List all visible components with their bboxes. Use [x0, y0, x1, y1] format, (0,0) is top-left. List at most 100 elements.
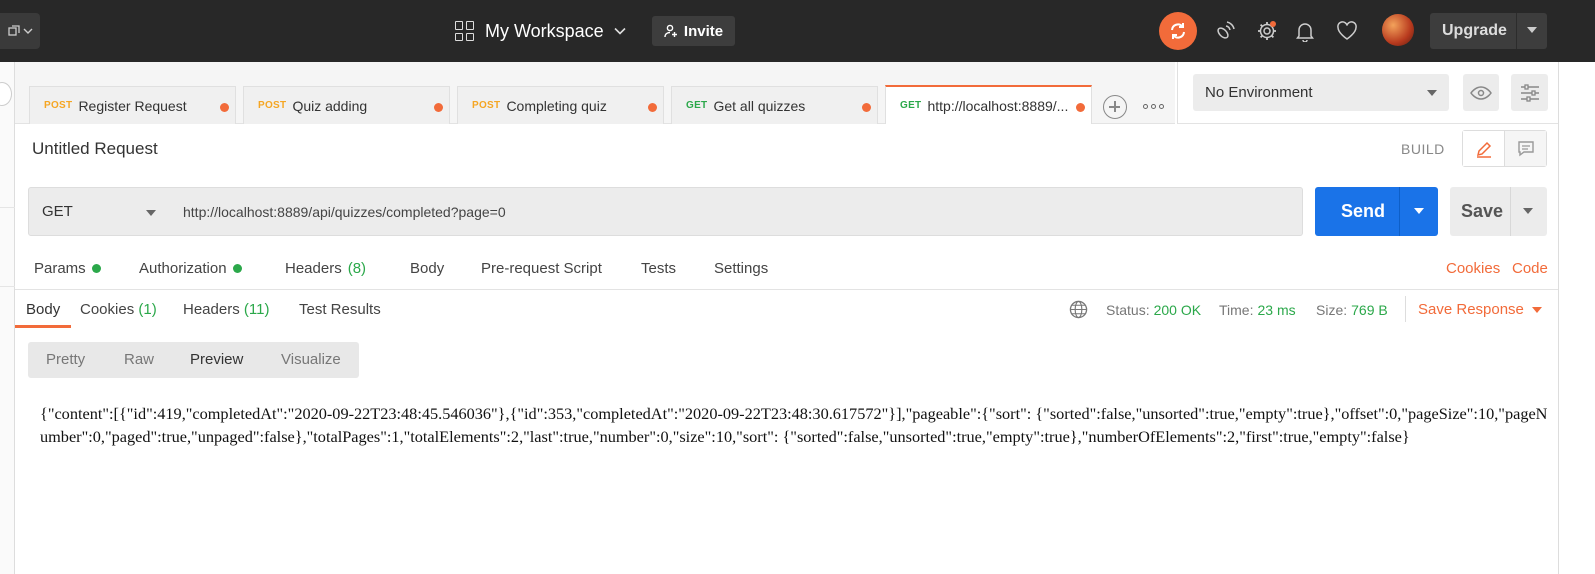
method-value: GET: [42, 203, 73, 220]
unsaved-dot-icon: [648, 103, 657, 112]
satellite-icon: [1217, 21, 1235, 39]
tab-tests[interactable]: Tests: [641, 260, 676, 277]
invite-button[interactable]: Invite: [652, 16, 735, 46]
chevron-down-icon: [1531, 306, 1542, 313]
url-value: http://localhost:8889/api/quizzes/comple…: [183, 203, 506, 220]
environment-value: No Environment: [1205, 84, 1313, 101]
time-value: 23 ms: [1257, 302, 1296, 318]
request-tab[interactable]: POST Quiz adding: [243, 86, 450, 124]
view-raw[interactable]: Raw: [124, 351, 154, 368]
avatar[interactable]: [1382, 14, 1414, 46]
tab-tests-label: Tests: [641, 260, 677, 277]
sync-button[interactable]: [1159, 12, 1197, 50]
invite-label: Invite: [683, 22, 724, 40]
tab-settings[interactable]: Settings: [714, 260, 768, 277]
tab-body-label: Body: [410, 260, 445, 277]
chevron-down-icon[interactable]: [1523, 208, 1533, 214]
response-tab-body[interactable]: Body: [26, 301, 60, 318]
response-body-preview: {"content":[{"id":419,"completedAt":"202…: [40, 404, 1548, 446]
response-tab-headers[interactable]: Headers (11): [183, 301, 269, 318]
response-size[interactable]: Size: 769 B: [1316, 302, 1388, 318]
environment-select[interactable]: No Environment: [1193, 74, 1449, 111]
save-label: Save: [1461, 201, 1504, 221]
workspace-switcher[interactable]: My Workspace: [455, 18, 626, 44]
new-window-button[interactable]: [0, 13, 40, 49]
environment-quick-look-button[interactable]: [1463, 74, 1499, 111]
active-tab-underline: [15, 325, 71, 328]
unsaved-dot-icon: [434, 103, 443, 112]
view-mode-toggle: Pretty Raw Preview Visualize: [28, 342, 359, 378]
tab-method: GET: [900, 100, 922, 111]
sliders-icon: [1520, 83, 1539, 102]
view-visualize[interactable]: Visualize: [281, 351, 341, 368]
url-input[interactable]: http://localhost:8889/api/quizzes/comple…: [170, 187, 1303, 236]
unsaved-dot-icon: [220, 103, 229, 112]
cookies-link[interactable]: Cookies: [1446, 260, 1500, 277]
new-window-icon: [7, 25, 20, 36]
add-user-icon: [664, 24, 677, 38]
response-tab-cookies[interactable]: Cookies (1): [80, 301, 157, 318]
size-label: Size:: [1316, 302, 1348, 318]
heart-icon: [1337, 21, 1357, 40]
upgrade-button[interactable]: Upgrade: [1430, 13, 1547, 49]
view-preview[interactable]: Preview: [190, 351, 243, 368]
response-time[interactable]: Time: 23 ms: [1219, 302, 1296, 318]
satellite-button[interactable]: [1213, 19, 1237, 43]
tab-method: GET: [686, 100, 708, 111]
settings-button[interactable]: [1255, 19, 1279, 43]
tab-params[interactable]: Params: [34, 260, 101, 277]
send-button[interactable]: Send: [1315, 187, 1438, 236]
chevron-down-icon[interactable]: [1414, 208, 1424, 214]
view-pretty[interactable]: Pretty: [46, 351, 85, 368]
eye-icon: [1470, 85, 1492, 100]
unsaved-dot-icon: [1076, 103, 1085, 112]
favorites-button[interactable]: [1335, 19, 1359, 43]
chevron-down-icon: [146, 210, 156, 216]
globe-icon[interactable]: [1069, 300, 1088, 319]
save-button[interactable]: Save: [1450, 187, 1547, 236]
add-tab-icon[interactable]: [1103, 95, 1127, 119]
chevron-down-icon: [1427, 90, 1437, 96]
response-cookies-count: (1): [138, 301, 157, 318]
chevron-down-icon[interactable]: [1527, 27, 1537, 33]
tab-label: Register Request: [78, 97, 187, 114]
size-value: 769 B: [1351, 302, 1388, 318]
more-tabs-icon[interactable]: [1143, 98, 1167, 114]
edit-mode-button[interactable]: [1463, 131, 1505, 166]
tab-headers[interactable]: Headers (8): [285, 260, 366, 277]
tab-authorization[interactable]: Authorization: [139, 260, 242, 277]
build-label: BUILD: [1401, 141, 1445, 157]
response-headers-count: (11): [243, 301, 270, 318]
save-response-label: Save Response: [1418, 301, 1524, 318]
notifications-button[interactable]: [1293, 19, 1317, 43]
divider: [1405, 296, 1406, 322]
upgrade-label: Upgrade: [1442, 22, 1507, 39]
tab-method: POST: [472, 100, 501, 111]
mode-toggle: [1462, 130, 1547, 167]
response-headers-label: Headers: [183, 301, 240, 318]
code-link[interactable]: Code: [1512, 260, 1548, 277]
tab-body[interactable]: Body: [410, 260, 444, 277]
tab-settings-label: Settings: [714, 260, 769, 277]
method-select[interactable]: GET: [28, 187, 171, 236]
settings-icon: [1258, 21, 1276, 40]
sidebar-toggle[interactable]: [0, 82, 12, 106]
chevron-down-icon: [23, 28, 32, 34]
tab-prerequest-script[interactable]: Pre-request Script: [481, 260, 602, 277]
request-tab[interactable]: POST Register Request: [29, 86, 236, 124]
manage-environments-button[interactable]: [1511, 74, 1548, 111]
response-cookies-label: Cookies: [80, 301, 135, 318]
divider: [15, 289, 1558, 290]
tab-method: POST: [44, 100, 73, 111]
request-tab[interactable]: GET Get all quizzes: [671, 86, 878, 124]
pencil-icon: [1476, 141, 1491, 158]
comments-button[interactable]: [1505, 131, 1546, 166]
request-tab-active[interactable]: GET http://localhost:8889/...: [885, 85, 1092, 124]
tab-label: http://localhost:8889/...: [927, 97, 1069, 114]
save-response-button[interactable]: Save Response: [1418, 301, 1542, 318]
response-tab-test-results[interactable]: Test Results: [299, 301, 381, 318]
request-tab[interactable]: POST Completing quiz: [457, 86, 664, 124]
time-label: Time:: [1219, 302, 1254, 318]
active-indicator-dot: [232, 264, 242, 273]
request-title[interactable]: Untitled Request: [32, 139, 158, 159]
